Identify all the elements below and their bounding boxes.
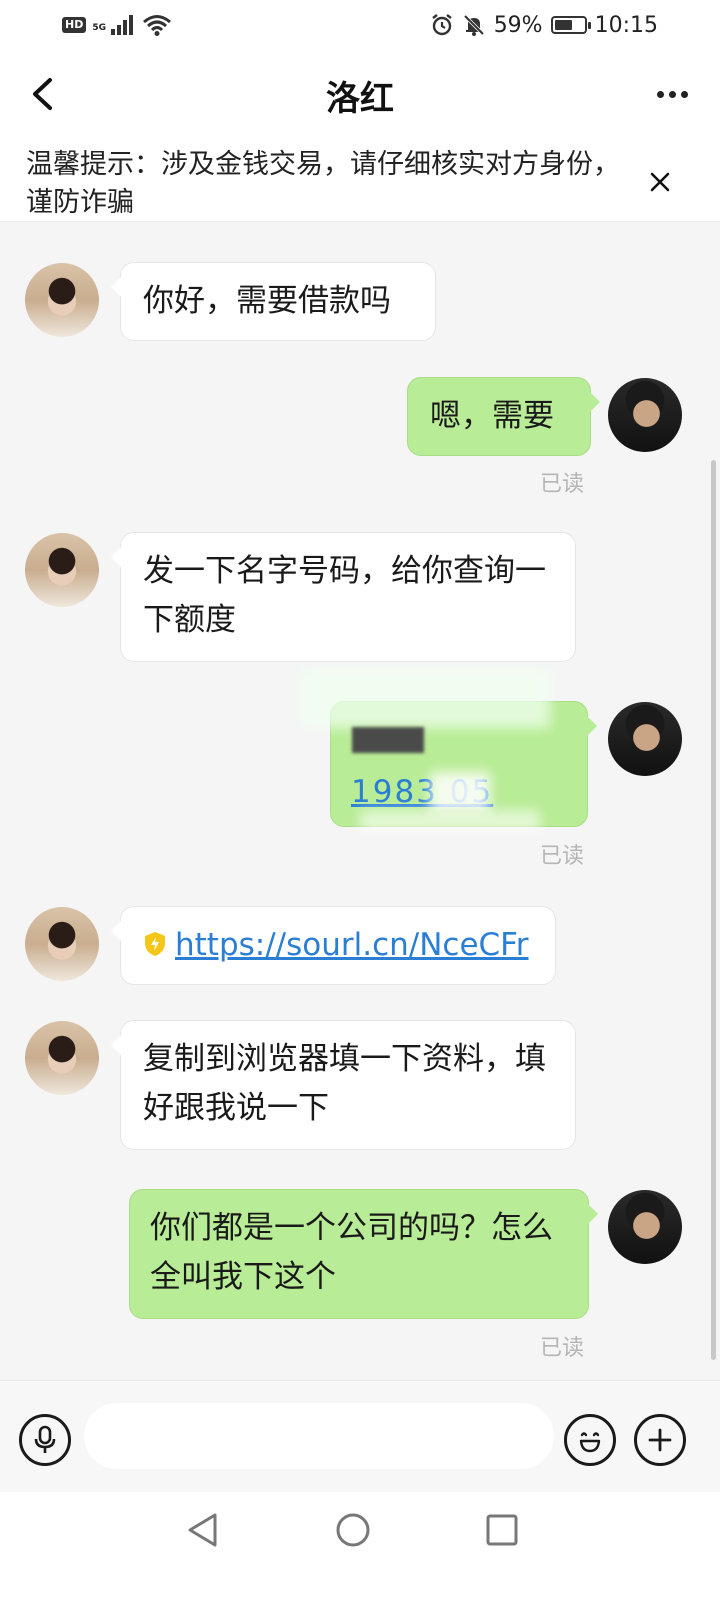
fraud-warning-banner: 温馨提示：涉及金钱交易，请仔细核实对方身份，谨防诈骗 [0,140,720,222]
message-bubble-incoming[interactable]: https://sourl.cn/NceCFr [111,906,556,985]
battery-percent: 59% [493,12,543,38]
contact-avatar[interactable] [25,907,99,981]
message-text: 你们都是一个公司的吗？怎么全叫我下这个 [150,1210,553,1295]
message-bubble-outgoing[interactable]: 你们都是一个公司的吗？怎么全叫我下这个 [129,1189,598,1319]
emoji-button[interactable] [564,1414,616,1466]
read-receipt: 已读 [540,472,585,497]
contact-avatar[interactable] [25,1021,99,1095]
composer-bar [0,1380,720,1492]
network-type: 5G [92,23,106,33]
self-avatar[interactable] [608,702,682,776]
close-notice-button[interactable] [642,164,678,200]
status-left: HD 5G [62,14,172,36]
scrollbar[interactable] [711,460,716,1360]
message-text: 发一下名字号码，给你查询一下额度 [143,553,546,638]
message-bubble-outgoing[interactable]: 嗯，需要 [407,377,600,456]
emoji-icon [579,1432,601,1453]
voice-button[interactable] [19,1414,71,1466]
message-bubble-incoming[interactable]: 复制到浏览器填一下资料，填好跟我说一下 [111,1020,576,1150]
nav-home-icon[interactable] [335,1512,371,1548]
signal-icon [111,15,133,35]
microphone-icon [34,1425,56,1453]
status-bar: HD 5G 59% 10:15 [0,0,720,50]
status-right: 59% 10:15 [430,13,658,38]
more-dot [680,90,688,98]
add-button[interactable] [634,1414,686,1466]
message-bubble-incoming[interactable]: 发一下名字号码，给你查询一下额度 [111,532,576,662]
clock: 10:15 [594,12,658,38]
self-avatar[interactable] [608,1190,682,1264]
more-dot [668,90,676,98]
shield-bolt-icon [145,931,165,956]
hd-badge: HD [62,17,87,33]
more-horizontal-icon [656,90,664,98]
redaction-overlay [430,772,490,812]
close-icon [650,172,670,192]
read-receipt: 已读 [540,1336,585,1361]
message-list[interactable]: 你好，需要借款吗 嗯，需要 已读 发一下名字号码，给你查询一下额度 1983 0… [0,222,720,1380]
plus-icon [648,1428,672,1452]
read-receipt: 已读 [540,844,585,869]
message-input[interactable] [84,1403,554,1469]
message-bubble-incoming[interactable]: 你好，需要借款吗 [111,262,436,341]
chevron-left-icon [33,78,52,110]
more-button[interactable] [652,76,692,112]
fraud-warning-text: 温馨提示：涉及金钱交易，请仔细核实对方身份，谨防诈骗 [26,149,620,218]
wifi-icon [143,15,171,36]
mute-bell-icon [463,14,484,36]
message-text: 复制到浏览器填一下资料，填好跟我说一下 [143,1041,546,1126]
self-avatar[interactable] [608,378,682,452]
message-link[interactable]: https://sourl.cn/NceCFr [175,927,529,963]
back-button[interactable] [24,76,60,112]
nav-back-icon[interactable] [186,1512,220,1548]
battery-fill [554,20,572,30]
contact-avatar[interactable] [25,263,99,337]
battery-icon [550,16,591,34]
redaction-overlay [360,810,540,832]
system-nav-bar [0,1492,720,1600]
alarm-icon [431,14,452,36]
redaction-overlay [352,727,424,753]
chat-header: 洛红 [0,50,720,140]
contact-avatar[interactable] [25,533,99,607]
message-text: 嗯，需要 [430,398,554,434]
redaction-overlay [300,668,550,728]
contact-name: 洛红 [326,78,394,119]
nav-recents-icon[interactable] [485,1513,519,1547]
message-text: 你好，需要借款吗 [143,283,391,319]
